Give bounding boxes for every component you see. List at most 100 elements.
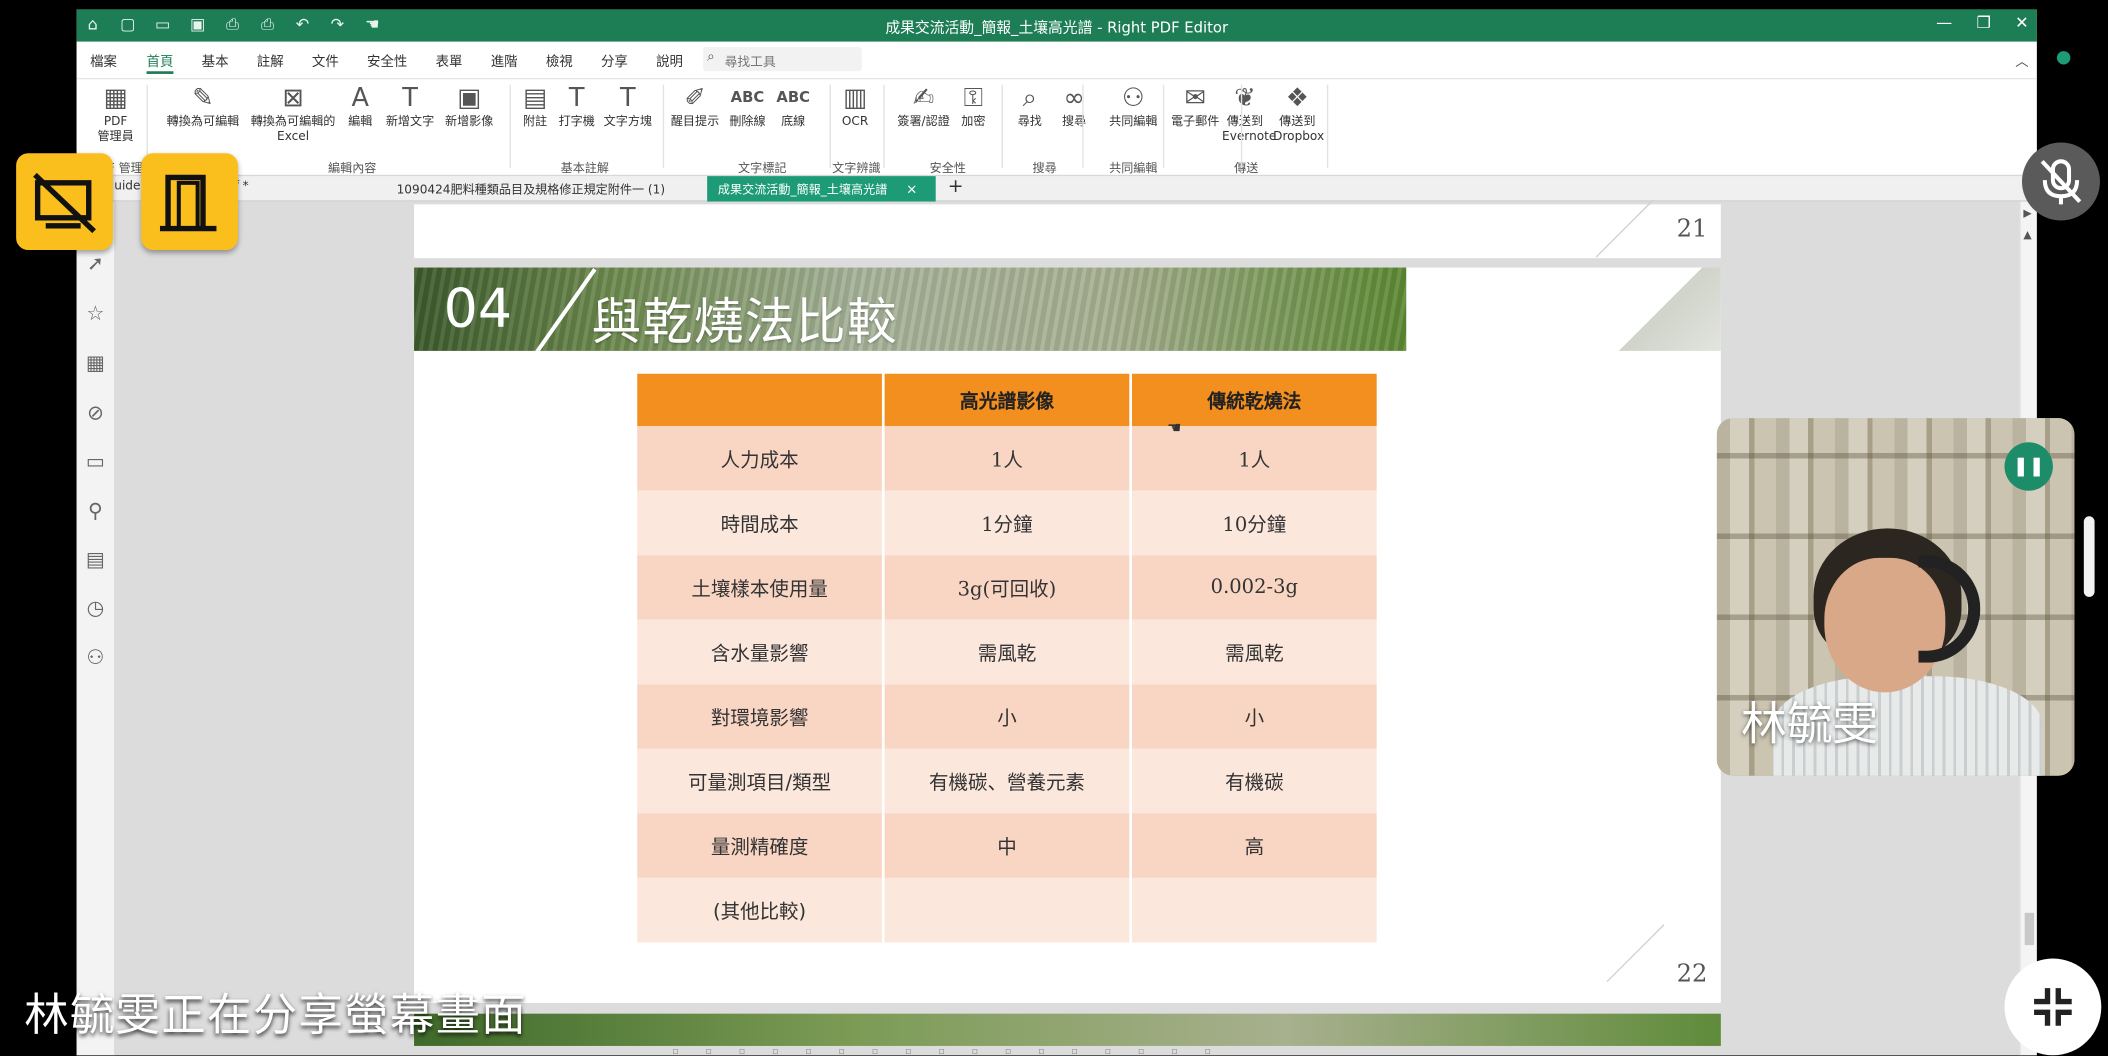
lock-icon: ⚿	[963, 83, 984, 113]
next-slide-banner-strip	[414, 1013, 1721, 1046]
doc-tab-active[interactable]: 成果交流活動_簡報_土壤高光譜 ×	[707, 176, 936, 202]
ribbon-group-label: 基本註解	[560, 162, 610, 177]
menu-document[interactable]: 文件	[312, 50, 339, 70]
close-icon[interactable]: ✕	[2015, 13, 2029, 32]
table-row: 可量測項目/類型 有機碳、營養元素 有機碳	[637, 748, 1377, 814]
table-cell: 需風乾	[884, 619, 1130, 685]
ribbon-button-label: 傳送到 Dropbox	[1273, 115, 1325, 144]
table-header-cell	[637, 373, 882, 427]
select-tool-icon[interactable]: ➚	[82, 250, 109, 277]
typewriter-button[interactable]: T 打字機	[558, 82, 596, 130]
ribbon-separator	[509, 84, 511, 169]
email-icon: ✉	[1184, 83, 1206, 113]
table-cell: 含水量影響	[637, 619, 882, 685]
pdf-page-21: 21	[414, 199, 1721, 259]
status-dot	[2056, 51, 2071, 65]
lock-button[interactable]: ⚿ 加密	[956, 82, 991, 130]
add-tab-button[interactable]: +	[937, 176, 969, 202]
add-image-button[interactable]: ▣ 新增影像	[442, 82, 496, 130]
page-corner-line	[1606, 924, 1665, 983]
dropbox-button[interactable]: ❖ 傳送到 Dropbox	[1273, 82, 1325, 145]
table-row: 人力成本 1人 1人	[637, 426, 1377, 491]
ribbon-separator	[1240, 84, 1243, 169]
table-cell: 時間成本	[637, 490, 882, 556]
collapse-ribbon-icon[interactable]: ︿	[2015, 50, 2028, 70]
ribbon-group-label: 文字標記	[738, 162, 787, 177]
highlight-button[interactable]: ✐ 醒目提示	[668, 82, 722, 130]
menu-comment[interactable]: 註解	[257, 50, 284, 70]
highlight-icon: ✐	[684, 83, 706, 113]
bookmark-icon[interactable]: ☆	[82, 300, 109, 327]
doc-tab-fertilizer[interactable]: 1090424肥料種類品目及規格修正規定附件一 (1)	[386, 176, 695, 202]
search-button[interactable]: ⌕ 尋找	[1012, 82, 1047, 130]
underline-button[interactable]: ABC 底線	[773, 82, 813, 130]
sign-button[interactable]: ✍ 簽署/認證	[894, 82, 953, 130]
comments-icon[interactable]: ▭	[82, 448, 109, 475]
email-button[interactable]: ✉ 電子郵件	[1168, 82, 1222, 130]
strikethrough-icon: ABC	[730, 88, 765, 107]
side-scroll-indicator[interactable]	[2083, 516, 2095, 597]
leave-meeting-button[interactable]	[141, 153, 238, 251]
ribbon-button-label: 共同編輯	[1109, 115, 1158, 130]
stamp-icon[interactable]: ⚲	[82, 497, 109, 524]
menu-help[interactable]: 說明	[656, 50, 683, 70]
typewriter-icon: T	[568, 83, 585, 113]
minimize-icon[interactable]: —	[1936, 13, 1952, 32]
menu-bar: 檔案 首頁 基本 註解 文件 安全性 表單 進階 檢視 分享 說明 ⌕ 尋找工具…	[76, 41, 2037, 80]
table-cell: 1人	[884, 426, 1130, 491]
binoculars-button[interactable]: ∞ 搜尋	[1055, 82, 1093, 130]
mic-muted-button[interactable]	[2021, 142, 2100, 221]
table-cell: 有機碳、營養元素	[884, 748, 1130, 814]
scroll-thumb[interactable]	[2024, 912, 2035, 946]
menu-view[interactable]: 檢視	[546, 50, 573, 70]
history-icon[interactable]: ◷	[82, 594, 109, 621]
coedit-button[interactable]: ⚇ 共同編輯	[1106, 82, 1160, 130]
page-number: 21	[1676, 215, 1708, 244]
pdf-manager-button[interactable]: ▦ PDF 管理員	[95, 82, 135, 145]
doc-tab-label: 成果交流活動_簡報_土壤高光譜	[717, 184, 888, 198]
thumbnails-icon[interactable]: ▦	[82, 350, 109, 377]
attachment-icon[interactable]: ⊘	[82, 399, 109, 426]
close-tab-icon[interactable]: ×	[906, 183, 917, 198]
textbox-button[interactable]: T 文字方塊	[601, 82, 655, 130]
evernote-button[interactable]: ❦ 傳送到 Evernote	[1222, 82, 1276, 145]
table-cell: 人力成本	[637, 426, 882, 491]
menu-file[interactable]: 檔案	[90, 50, 117, 70]
convert-excel-button[interactable]: ⊠ 轉換為可編輯的 Excel	[249, 82, 338, 145]
table-cell	[884, 877, 1130, 943]
ribbon-button-label: 刪除線	[729, 115, 766, 130]
menu-share[interactable]: 分享	[601, 50, 628, 70]
ribbon-button-label: 尋找	[1017, 115, 1042, 130]
restore-icon[interactable]: ❐	[1976, 13, 1990, 32]
ribbon-group-label: 安全性	[929, 162, 966, 177]
stop-sharing-button[interactable]	[16, 153, 113, 251]
ribbon-separator	[1001, 84, 1003, 169]
scroll-up-arrow-icon[interactable]: ▲	[2023, 229, 2031, 241]
menu-basic[interactable]: 基本	[202, 50, 229, 70]
collaborators-icon[interactable]: ⚇	[82, 644, 109, 671]
note-button[interactable]: ▤ 附註	[518, 82, 553, 130]
ribbon-button-label: 文字方塊	[603, 115, 653, 130]
speaking-indicator-icon: ❚❚	[2004, 442, 2053, 491]
add-text-button[interactable]: T 新增文字	[383, 82, 437, 130]
strikethrough-button[interactable]: ABC 刪除線	[727, 82, 767, 130]
menu-forms[interactable]: 表單	[436, 50, 463, 70]
ribbon-button-label: PDF 管理員	[97, 115, 134, 144]
convert-editable-button[interactable]: ✎ 轉換為可編輯	[163, 82, 244, 130]
convert-editable-icon: ✎	[192, 83, 214, 113]
ribbon-button-label: 轉換為可編輯	[166, 115, 240, 130]
convert-excel-icon: ⊠	[282, 83, 304, 113]
comparison-table: 高光譜影像 傳統乾燒法 人力成本 1人 1人 時間成本 1分鐘 10分鐘 土壤樣本使用量 3g…	[635, 373, 1380, 943]
edit-text-button[interactable]: A 編輯	[343, 82, 378, 130]
menu-security[interactable]: 安全性	[367, 50, 407, 70]
menu-home[interactable]: 首頁	[146, 50, 174, 74]
ocr-button[interactable]: ▥ OCR	[835, 82, 875, 130]
door-exit-icon	[159, 174, 217, 232]
exit-fullscreen-button[interactable]	[2004, 958, 2102, 1056]
participant-video-tile[interactable]: ❚❚ 林毓雯	[1716, 418, 2075, 776]
ribbon-separator	[1082, 84, 1084, 169]
search-tools-input[interactable]: ⌕ 尋找工具	[703, 47, 862, 72]
ribbon-toolbar: ▦ PDF 管理員 ✎ 轉換為可編輯 ⊠ 轉換為可編輯的 Excel A 編輯 T 新增文字 ▣ 新增…	[76, 79, 2037, 194]
fields-icon[interactable]: ▤	[82, 546, 109, 573]
menu-advanced[interactable]: 進階	[491, 50, 518, 70]
